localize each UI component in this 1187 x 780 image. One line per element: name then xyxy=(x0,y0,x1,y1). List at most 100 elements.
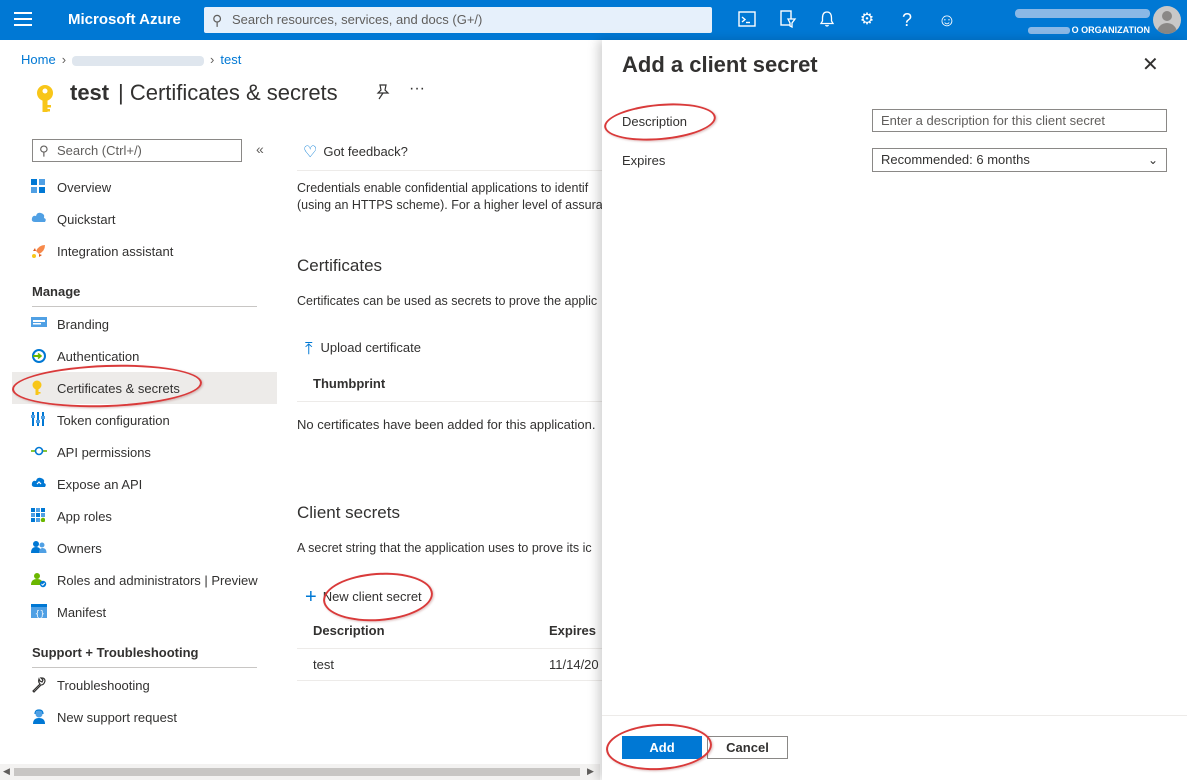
sidebar-item-expose-an-api[interactable]: Expose an API xyxy=(12,468,277,500)
rocket-icon xyxy=(31,243,47,259)
more-options-icon[interactable]: ··· xyxy=(409,80,425,98)
sidebar-item-app-roles[interactable]: App roles xyxy=(12,500,277,532)
client-secrets-heading: Client secrets xyxy=(297,503,400,522)
column-header-thumbprint[interactable]: Thumbprint xyxy=(313,376,385,391)
scroll-left-icon[interactable]: ◀ xyxy=(3,766,10,777)
sidebar-item-token-configuration[interactable]: Token configuration xyxy=(12,404,277,436)
close-icon[interactable]: ✕ xyxy=(1142,52,1159,77)
sidebar-item-troubleshooting[interactable]: Troubleshooting xyxy=(12,669,277,701)
expires-selected-value: Recommended: 6 months xyxy=(881,152,1030,167)
overview-icon xyxy=(31,179,47,195)
sidebar-item-owners[interactable]: Owners xyxy=(12,532,277,564)
table-divider xyxy=(297,648,602,649)
upload-certificate-label: Upload certificate xyxy=(320,340,421,355)
collapse-nav-icon[interactable]: « xyxy=(256,141,264,157)
search-icon: ⚲ xyxy=(212,12,223,28)
content-divider xyxy=(297,170,602,171)
owners-icon xyxy=(31,540,47,556)
pin-icon[interactable] xyxy=(376,84,390,103)
sidebar-item-label: Branding xyxy=(57,317,110,332)
token-icon xyxy=(31,412,47,428)
table-divider xyxy=(297,680,602,681)
wrench-icon xyxy=(31,677,47,693)
sidebar-item-integration-assistant[interactable]: Integration assistant xyxy=(12,235,277,267)
panel-title: Add a client secret xyxy=(622,52,818,77)
new-client-secret-button[interactable]: + New client secret xyxy=(305,586,422,609)
description-input[interactable]: Enter a description for this client secr… xyxy=(872,109,1167,132)
sidebar-item-authentication[interactable]: Authentication xyxy=(12,340,277,372)
key-icon xyxy=(31,380,47,396)
sidebar-item-label: Owners xyxy=(57,541,102,556)
feedback-button[interactable]: ♡ Got feedback? xyxy=(303,142,408,162)
sidebar-item-label: API permissions xyxy=(57,445,151,460)
sidebar-item-overview[interactable]: Overview xyxy=(12,171,277,203)
intro-text-line: (using an HTTPS scheme). For a higher le… xyxy=(297,198,602,212)
sidebar-item-label: Troubleshooting xyxy=(57,678,150,693)
sidebar-item-roles-and-administrators[interactable]: Roles and administrators | Preview xyxy=(12,564,277,596)
new-client-secret-label: New client secret xyxy=(322,589,422,604)
breadcrumb-current[interactable]: test xyxy=(220,52,241,67)
top-bar: Microsoft Azure ⚲ Search resources, serv… xyxy=(0,0,1187,40)
hamburger-menu-icon[interactable] xyxy=(14,12,32,28)
upload-certificate-button[interactable]: ⤒ Upload certificate xyxy=(305,339,421,359)
column-header-description[interactable]: Description xyxy=(313,623,385,638)
search-icon: ⚲ xyxy=(39,143,49,158)
avatar[interactable] xyxy=(1153,6,1181,34)
description-placeholder: Enter a description for this client secr… xyxy=(881,113,1105,128)
expires-select[interactable]: Recommended: 6 months ⌄ xyxy=(872,148,1167,172)
add-button[interactable]: Add xyxy=(622,736,702,759)
intro-text-line: Credentials enable confidential applicat… xyxy=(297,181,589,195)
breadcrumb-home[interactable]: Home xyxy=(21,52,56,67)
column-header-expires[interactable]: Expires xyxy=(549,623,596,638)
sidebar-item-label: Roles and administrators | Preview xyxy=(57,573,258,588)
help-icon[interactable]: ? xyxy=(897,10,917,30)
upload-icon: ⤒ xyxy=(305,339,313,358)
horizontal-scrollbar[interactable]: ◀ ▶ xyxy=(0,764,600,780)
org-name-redacted xyxy=(1027,27,1070,35)
sidebar-item-label: App roles xyxy=(57,509,112,524)
sidebar-item-label: New support request xyxy=(57,710,177,725)
brand-title[interactable]: Microsoft Azure xyxy=(68,11,181,28)
settings-icon[interactable]: ⚙ xyxy=(857,10,877,30)
account-org: O ORGANIZATION xyxy=(1071,25,1150,35)
certificates-description: Certificates can be used as secrets to p… xyxy=(297,294,598,308)
sidebar-item-branding[interactable]: Branding xyxy=(12,308,277,340)
expires-label: Expires xyxy=(622,153,666,168)
add-client-secret-panel: Add a client secret ✕ Description Enter … xyxy=(602,40,1187,780)
nav-section-support: Support + Troubleshooting xyxy=(32,645,199,660)
nav-search-input[interactable]: ⚲ Search (Ctrl+/) xyxy=(32,139,242,162)
plus-icon: + xyxy=(305,586,317,608)
sidebar-item-label: Token configuration xyxy=(57,413,170,428)
certificates-heading: Certificates xyxy=(297,256,383,275)
scrollbar-thumb[interactable] xyxy=(14,768,580,776)
breadcrumb: Home › › test xyxy=(21,52,241,67)
app-roles-icon xyxy=(31,508,47,524)
page-title-app: test xyxy=(70,80,110,105)
sidebar-item-new-support-request[interactable]: New support request xyxy=(12,701,277,733)
notifications-icon[interactable] xyxy=(817,10,837,30)
sidebar-item-certificates-secrets[interactable]: Certificates & secrets xyxy=(12,372,277,404)
sidebar-item-label: Quickstart xyxy=(57,212,116,227)
breadcrumb-redacted[interactable] xyxy=(72,55,205,66)
global-search-input[interactable]: ⚲ Search resources, services, and docs (… xyxy=(204,7,712,33)
authentication-icon xyxy=(31,348,47,364)
account-name-redacted xyxy=(1015,9,1150,18)
roles-icon xyxy=(31,572,47,588)
chevron-right-icon: › xyxy=(61,52,67,67)
client-secrets-description: A secret string that the application use… xyxy=(297,541,592,555)
sidebar-item-manifest[interactable]: {} Manifest xyxy=(12,596,277,628)
cloud-shell-icon[interactable] xyxy=(737,10,757,30)
sidebar-item-label: Manifest xyxy=(57,605,107,620)
feedback-icon[interactable]: ☺ xyxy=(937,10,957,30)
description-label: Description xyxy=(622,114,688,129)
directory-filter-icon[interactable] xyxy=(778,10,798,30)
key-icon xyxy=(34,84,56,117)
sidebar-item-quickstart[interactable]: Quickstart xyxy=(12,203,277,235)
global-search-placeholder: Search resources, services, and docs (G+… xyxy=(232,12,483,27)
cloud-icon xyxy=(31,476,47,492)
cancel-button[interactable]: Cancel xyxy=(707,736,788,759)
heart-icon: ♡ xyxy=(303,144,318,161)
certificates-empty-message: No certificates have been added for this… xyxy=(297,417,596,432)
scroll-right-icon[interactable]: ▶ xyxy=(587,766,594,777)
sidebar-item-api-permissions[interactable]: API permissions xyxy=(12,436,277,468)
